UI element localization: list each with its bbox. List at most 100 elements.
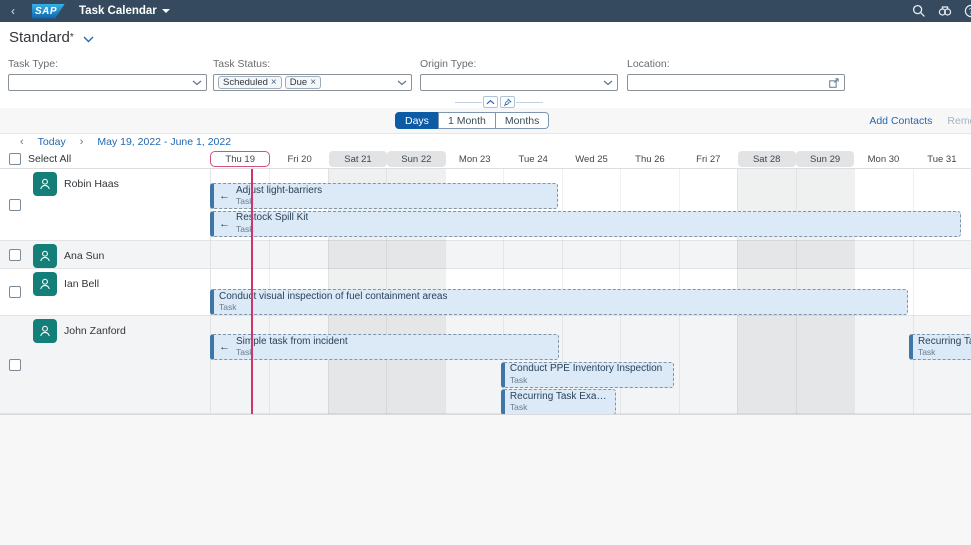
token-due[interactable]: Due× <box>285 76 321 89</box>
view-months-button[interactable]: Months <box>495 112 549 129</box>
next-interval-icon[interactable]: › <box>80 137 84 148</box>
back-icon[interactable]: ‹ <box>0 4 26 18</box>
day-header-sun-22[interactable]: Sun 22 <box>387 151 445 167</box>
select-all-checkbox[interactable] <box>9 153 21 165</box>
calendar-header: Select All Thu 19 Fri 20 Sat 21 Sun 22 Mon 2… <box>0 150 971 169</box>
value-help-icon[interactable] <box>828 77 840 89</box>
day-header-label: Fri 20 <box>287 154 311 165</box>
toolbar-actions: Add Contacts Remove C <box>869 115 971 127</box>
task-subtitle: Task <box>236 225 308 235</box>
task-subtitle: Task <box>236 197 322 207</box>
filter-label: Task Type: <box>8 58 207 70</box>
day-header-thu-26[interactable]: Thu 26 <box>621 151 679 167</box>
task-text: Recurring Task ExTask <box>918 336 971 358</box>
day-header-wed-25[interactable]: Wed 25 <box>562 151 620 167</box>
task-text: Adjust light-barriersTask <box>236 185 322 207</box>
filter-label: Task Status: <box>213 58 412 70</box>
filter-bar: Task Type: Task Status: Scheduled×Due× O… <box>0 52 971 96</box>
day-header-fri-20[interactable]: Fri 20 <box>270 151 328 167</box>
resource-name: Robin Haas <box>64 178 119 190</box>
day-header-label: Tue 24 <box>519 154 548 165</box>
day-header-tue-24[interactable]: Tue 24 <box>504 151 562 167</box>
today-button[interactable]: Today <box>38 136 66 148</box>
person-cell: Robin Haas <box>0 169 210 240</box>
day-header-tue-31[interactable]: Tue 31 <box>913 151 971 167</box>
resource-name: John Zanford <box>64 325 126 337</box>
continues-left-icon: ← <box>219 190 230 202</box>
continues-left-icon: ← <box>219 341 230 353</box>
person-avatar-icon <box>33 272 57 296</box>
day-header-thu-19[interactable]: Thu 19 <box>210 151 270 167</box>
day-header-sat-28[interactable]: Sat 28 <box>738 151 796 167</box>
chevron-down-icon[interactable] <box>83 30 94 48</box>
collapse-filter-bar-button[interactable] <box>483 96 498 108</box>
pin-filter-bar-button[interactable] <box>500 96 515 108</box>
task-bar[interactable]: ←Restock Spill KitTask <box>210 211 961 237</box>
token-remove-icon[interactable]: × <box>310 78 316 88</box>
filter-task-status: Task Status: Scheduled×Due× <box>213 58 412 70</box>
task-subtitle: Task <box>918 348 971 358</box>
day-header-cells: Thu 19 Fri 20 Sat 21 Sun 22 Mon 23 Tue 24 Wed … <box>210 150 971 168</box>
task-bar[interactable]: Recurring Task ExampleTask <box>501 389 616 414</box>
view-days-button[interactable]: Days <box>395 112 439 129</box>
previous-interval-icon[interactable]: ‹ <box>20 137 24 148</box>
day-header-label: Mon 30 <box>868 154 900 165</box>
chevron-down-icon[interactable] <box>603 80 613 86</box>
token-scheduled[interactable]: Scheduled× <box>218 76 282 89</box>
task-bar[interactable]: Conduct PPE Inventory InspectionTask <box>501 362 674 388</box>
task-bar[interactable]: Conduct visual inspection of fuel contai… <box>210 289 908 315</box>
person-avatar-icon <box>33 172 57 196</box>
resource-checkbox[interactable] <box>9 249 21 261</box>
person-avatar-icon <box>33 244 57 268</box>
variant-title[interactable]: Standard <box>9 29 70 46</box>
select-all-label: Select All <box>28 153 71 165</box>
day-header-mon-23[interactable]: Mon 23 <box>446 151 504 167</box>
chevron-down-icon[interactable] <box>397 80 407 86</box>
filter-task-type: Task Type: <box>8 58 207 70</box>
day-header-fri-27[interactable]: Fri 27 <box>679 151 737 167</box>
filter-label: Location: <box>627 58 845 70</box>
search-icon[interactable] <box>912 4 926 18</box>
day-header-sun-29[interactable]: Sun 29 <box>796 151 854 167</box>
divider <box>455 102 482 103</box>
planning-calendar: ‹ Today › May 19, 2022 - June 1, 2022 Se… <box>0 133 971 414</box>
day-header-mon-30[interactable]: Mon 30 <box>854 151 912 167</box>
person-cell: Ana Sun <box>0 241 210 268</box>
task-subtitle: Task <box>219 303 447 313</box>
resource-checkbox[interactable] <box>9 359 21 371</box>
divider <box>516 102 543 103</box>
task-bar[interactable]: ← Adjust light-barriersTask <box>210 183 558 209</box>
day-header-label: Tue 31 <box>927 154 956 165</box>
view-1-month-button[interactable]: 1 Month <box>438 112 496 129</box>
task-subtitle: Task <box>510 376 662 386</box>
add-contacts-button[interactable]: Add Contacts <box>869 115 932 127</box>
task-bar[interactable]: Recurring Task ExTask <box>909 334 971 360</box>
app-title[interactable]: Task Calendar <box>79 5 157 17</box>
chevron-down-icon[interactable] <box>192 80 202 86</box>
task-type-combobox[interactable] <box>8 74 207 91</box>
help-icon[interactable]: ? <box>964 4 971 18</box>
filter-location: Location: <box>627 58 845 70</box>
token-label: Due <box>290 77 307 88</box>
remove-contacts-button[interactable]: Remove C <box>947 115 971 127</box>
origin-type-combobox[interactable] <box>420 74 618 91</box>
day-header-label: Sun 29 <box>810 154 840 165</box>
task-status-multicombobox[interactable]: Scheduled×Due× <box>213 74 412 91</box>
filter-collapse-row <box>0 96 971 108</box>
day-header-label: Sun 22 <box>401 154 431 165</box>
copilot-icon[interactable] <box>938 4 952 18</box>
location-input[interactable] <box>627 74 845 91</box>
empty-area <box>0 414 971 545</box>
shell-bar: ‹ SAP Task Calendar ? <box>0 0 971 22</box>
task-text: Conduct PPE Inventory InspectionTask <box>510 363 662 385</box>
date-range-button[interactable]: May 19, 2022 - June 1, 2022 <box>97 136 231 148</box>
app-screen: ‹ SAP Task Calendar ? Standard * Task Ty… <box>0 0 971 545</box>
resource-checkbox[interactable] <box>9 286 21 298</box>
person-cell: John Zanford <box>0 316 210 413</box>
resource-checkbox[interactable] <box>9 199 21 211</box>
view-switch: Days1 MonthMonths <box>395 112 549 129</box>
person-avatar-icon <box>33 319 57 343</box>
task-bar[interactable]: ←Simple task from incidentTask <box>210 334 559 360</box>
day-header-sat-21[interactable]: Sat 21 <box>329 151 387 167</box>
token-remove-icon[interactable]: × <box>271 78 277 88</box>
